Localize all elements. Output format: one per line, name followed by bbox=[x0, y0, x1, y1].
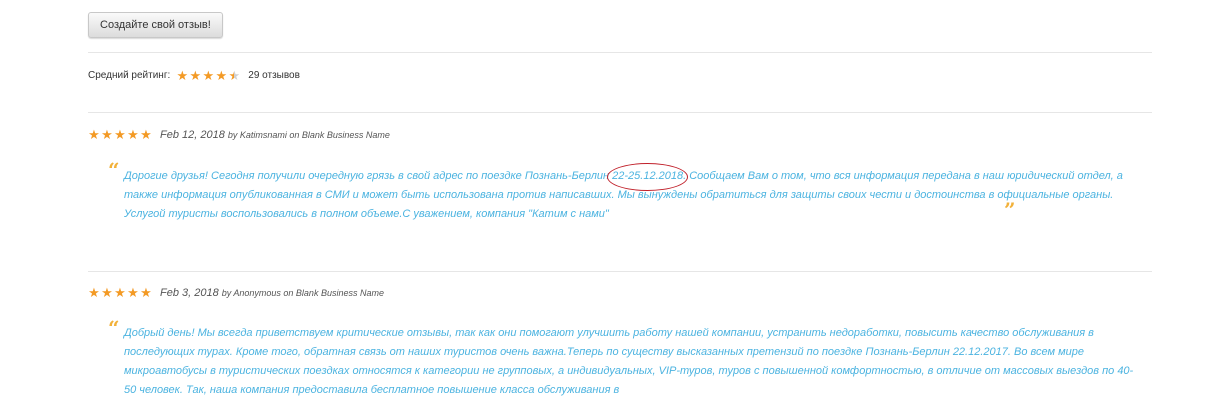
star-icon: ★ bbox=[88, 285, 100, 300]
divider bbox=[88, 112, 1152, 113]
review-header: ★ ★ ★ ★ ★ Feb 12, 2018 by Katimsnami on … bbox=[88, 128, 390, 141]
star-icon: ★ bbox=[202, 67, 215, 83]
open-quote-icon: “ bbox=[108, 158, 120, 182]
review-count[interactable]: 29 отзывов bbox=[248, 70, 300, 81]
star-icon: ★ bbox=[140, 127, 152, 142]
divider bbox=[88, 52, 1152, 53]
star-icon: ★ bbox=[140, 285, 152, 300]
review-date: Feb 3, 2018 bbox=[160, 286, 219, 299]
review-header: ★ ★ ★ ★ ★ Feb 3, 2018 by Anonymous on Bl… bbox=[88, 286, 384, 299]
highlighted-date: 22-25.12.2018 bbox=[607, 163, 689, 191]
average-rating-stars: ★ ★ ★ ★ ★ bbox=[176, 69, 240, 82]
star-icon: ★ bbox=[114, 285, 126, 300]
star-icon: ★ bbox=[189, 67, 202, 83]
create-review-button[interactable]: Создайте свой отзыв! bbox=[88, 12, 223, 38]
review-date: Feb 12, 2018 bbox=[160, 128, 225, 141]
open-quote-icon: “ bbox=[108, 316, 120, 340]
review-rating-stars: ★ ★ ★ ★ ★ bbox=[88, 286, 152, 299]
star-icon: ★ bbox=[88, 127, 100, 142]
divider bbox=[88, 271, 1152, 272]
star-half-icon: ★ bbox=[228, 67, 241, 83]
review-text: Дорогие друзья! Сегодня получили очередн… bbox=[124, 163, 1134, 224]
average-rating-label: Средний рейтинг: bbox=[88, 69, 171, 81]
star-icon: ★ bbox=[114, 127, 126, 142]
star-icon: ★ bbox=[101, 285, 113, 300]
star-icon: ★ bbox=[101, 127, 113, 142]
star-icon: ★ bbox=[127, 127, 139, 142]
star-icon: ★ bbox=[127, 285, 139, 300]
review-author: by Anonymous on Blank Business Name bbox=[221, 287, 384, 298]
review-author: by Katimsnami on Blank Business Name bbox=[227, 129, 390, 140]
review-text: Добрый день! Мы всегда приветствуем крит… bbox=[124, 327, 1134, 396]
average-rating: Средний рейтинг: ★ ★ ★ ★ ★ 29 отзывов bbox=[88, 67, 300, 83]
highlighted-date-text: 22-25.12.2018 bbox=[612, 170, 684, 182]
star-icon: ★ bbox=[176, 67, 189, 83]
star-icon: ★ bbox=[215, 67, 228, 83]
review-text-part: Дорогие друзья! Сегодня получили очередн… bbox=[124, 170, 613, 182]
review-rating-stars: ★ ★ ★ ★ ★ bbox=[88, 128, 152, 141]
close-quote-icon: ” bbox=[1004, 198, 1016, 222]
reviews-page: Создайте свой отзыв! Средний рейтинг: ★ … bbox=[0, 0, 1230, 400]
